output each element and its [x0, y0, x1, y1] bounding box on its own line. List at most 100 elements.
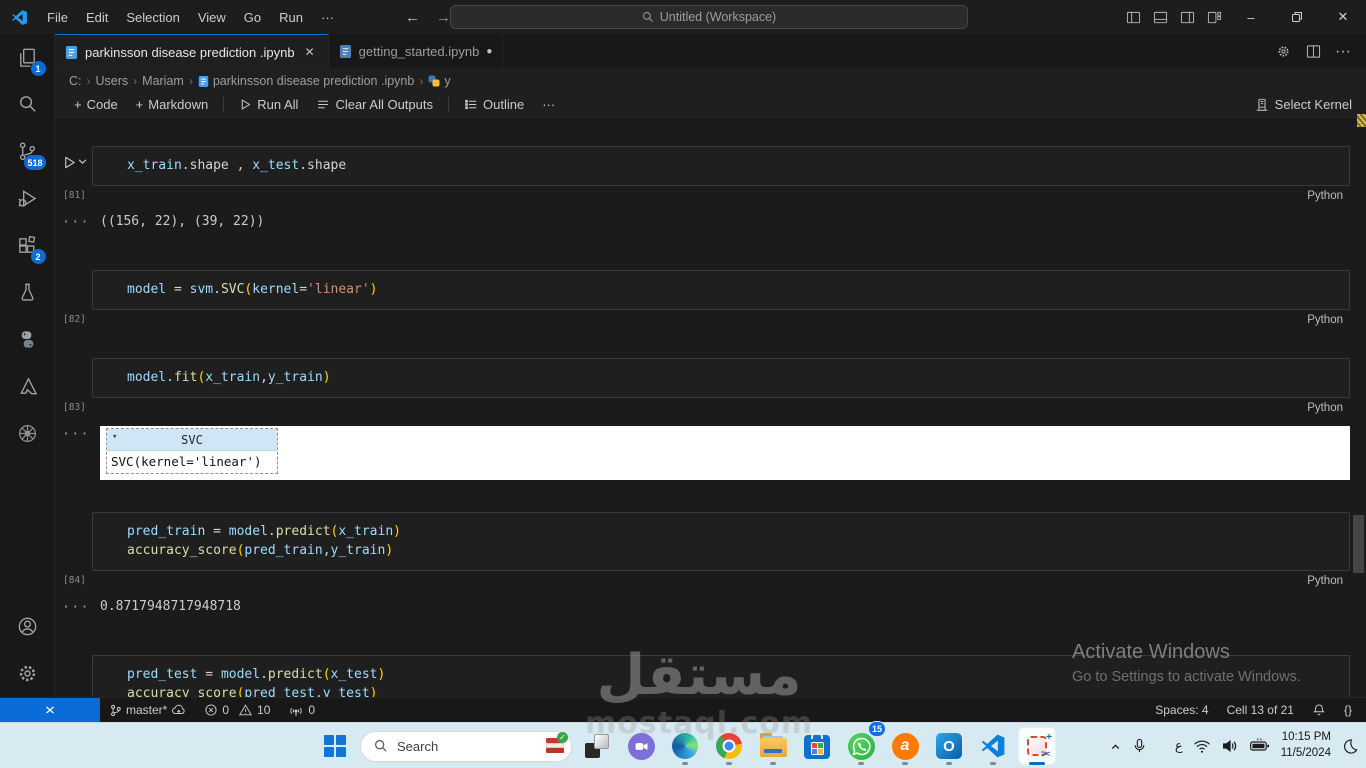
activity-settings[interactable] — [0, 650, 55, 697]
nav-back-icon[interactable]: ← — [397, 9, 428, 26]
cell-language-picker[interactable]: Python — [1307, 314, 1343, 326]
outlook-button[interactable]: O — [930, 727, 968, 765]
breadcrumb-symbol[interactable]: y — [428, 74, 451, 88]
activity-testing[interactable] — [0, 269, 55, 316]
notebook-cell[interactable]: pred_train = model.predict(x_train) accur… — [55, 512, 1350, 587]
menu-more-icon[interactable]: ··· — [312, 7, 343, 28]
caret-down-icon[interactable]: ▾ — [112, 432, 117, 442]
add-code-cell-button[interactable]: + Code — [67, 95, 125, 114]
notebook-cell[interactable]: model.fit(x_train,y_train) [83] Python — [55, 358, 1350, 414]
output-collapse-handle[interactable]: ··· — [62, 215, 90, 230]
notebook-cell[interactable]: x_train.shape , x_test.shape [81] Python — [55, 146, 1350, 202]
breadcrumb-users[interactable]: Users — [96, 74, 129, 88]
toggle-primary-sidebar-icon[interactable] — [1120, 0, 1147, 34]
cell-language-picker[interactable]: Python — [1307, 402, 1343, 414]
activity-search[interactable] — [0, 81, 55, 128]
select-kernel-button[interactable]: Select Kernel — [1255, 97, 1352, 112]
toolbar-more-icon[interactable]: ··· — [535, 95, 562, 114]
notebook-cell[interactable]: pred_test = model.predict(x_test) accurac… — [55, 655, 1350, 697]
run-all-button[interactable]: Run All — [232, 95, 305, 114]
errors-icon — [205, 704, 217, 716]
activity-python[interactable] — [0, 316, 55, 363]
cell-editor[interactable]: pred_train = model.predict(x_train) accur… — [92, 512, 1350, 571]
output-collapse-handle[interactable]: ··· — [62, 600, 90, 615]
breadcrumb-mariam[interactable]: Mariam — [142, 74, 184, 88]
unsaved-dot-icon[interactable]: ● — [486, 46, 492, 57]
more-actions-icon[interactable]: ··· — [1330, 39, 1356, 65]
notifications-bell[interactable] — [1303, 698, 1335, 723]
outline-icon — [465, 99, 477, 110]
toggle-secondary-sidebar-icon[interactable] — [1174, 0, 1201, 34]
split-editor-icon[interactable] — [1300, 39, 1326, 65]
code-line: model = svm.SVC(kernel='linear') — [127, 282, 378, 297]
cell-language-picker[interactable]: Python — [1307, 190, 1343, 202]
cell-editor[interactable]: pred_test = model.predict(x_test) accurac… — [92, 655, 1350, 697]
activity-kubernetes[interactable] — [0, 410, 55, 457]
snipping-tool-button[interactable]: ✂ + — [1018, 727, 1056, 765]
task-view-button[interactable] — [578, 727, 616, 765]
menu-edit[interactable]: Edit — [77, 7, 117, 28]
cell-indicator[interactable]: Cell 13 of 21 — [1218, 698, 1303, 723]
tab-getting-started[interactable]: getting_started.ipynb ● — [328, 34, 504, 69]
microsoft-store-button[interactable] — [798, 727, 836, 765]
avast-button[interactable]: a — [886, 727, 924, 765]
problems-indicator[interactable]: 0 10 — [195, 698, 279, 723]
interactive-settings-gear-icon[interactable] — [1270, 39, 1296, 65]
taskbar-search[interactable]: Search ✓ — [360, 730, 572, 762]
start-button[interactable] — [316, 727, 354, 765]
vscode-taskbar-button[interactable] — [974, 727, 1012, 765]
run-cell-button[interactable] — [62, 155, 87, 170]
taskbar-clock[interactable]: 10:15 PM 11/5/2024 — [1281, 730, 1331, 761]
input-language-indicator[interactable]: ع — [1175, 738, 1183, 754]
restore-button[interactable] — [1274, 0, 1320, 34]
activity-azure[interactable] — [0, 363, 55, 410]
microphone-tray-icon[interactable] — [1132, 738, 1147, 754]
menu-file[interactable]: File — [38, 7, 77, 28]
activity-explorer[interactable]: 1 — [0, 34, 55, 81]
breadcrumb-file[interactable]: parkinsson disease prediction .ipynb — [198, 74, 414, 88]
edge-button[interactable] — [666, 727, 704, 765]
indent-indicator[interactable]: Spaces: 4 — [1146, 698, 1217, 723]
clock-date: 11/5/2024 — [1280, 747, 1331, 759]
volume-icon[interactable] — [1221, 738, 1239, 754]
toggle-panel-icon[interactable] — [1147, 0, 1174, 34]
whatsapp-button[interactable]: 15 — [842, 721, 886, 765]
output-collapse-handle[interactable]: ··· — [62, 427, 90, 442]
ports-indicator[interactable]: 0 — [279, 698, 324, 723]
activity-source-control[interactable]: 518 — [0, 128, 55, 175]
clear-all-outputs-button[interactable]: Clear All Outputs — [309, 95, 440, 114]
activity-account[interactable] — [0, 603, 55, 650]
cell-language-picker[interactable]: Python — [1307, 575, 1343, 587]
tab-close-icon[interactable]: ✕ — [302, 44, 318, 60]
notebook-cell[interactable]: model = svm.SVC(kernel='linear') [82] Pyth… — [55, 270, 1350, 326]
do-not-disturb-moon-icon[interactable] — [1341, 738, 1358, 755]
cell-editor[interactable]: model.fit(x_train,y_train) — [92, 358, 1350, 398]
show-hidden-icons-chevron[interactable] — [1109, 740, 1122, 753]
braces-indicator[interactable]: {} — [1335, 698, 1366, 723]
breadcrumb-drive[interactable]: C: — [69, 74, 82, 88]
chrome-button[interactable] — [710, 727, 748, 765]
menu-go[interactable]: Go — [235, 7, 270, 28]
wifi-icon[interactable] — [1193, 739, 1211, 754]
menu-selection[interactable]: Selection — [117, 7, 188, 28]
outline-button[interactable]: Outline — [457, 95, 531, 114]
add-markdown-cell-button[interactable]: + Markdown — [129, 95, 216, 114]
menu-run[interactable]: Run — [270, 7, 312, 28]
sklearn-estimator-widget[interactable]: ▾ SVC SVC(kernel='linear') — [106, 428, 278, 474]
cell-editor[interactable]: x_train.shape , x_test.shape — [92, 146, 1350, 186]
file-explorer-button[interactable] — [754, 727, 792, 765]
meet-app-button[interactable] — [622, 727, 660, 765]
workspace-search-box[interactable]: Untitled (Workspace) — [450, 5, 968, 29]
editor-scrollbar[interactable] — [1353, 515, 1364, 573]
minimize-button[interactable]: – — [1228, 0, 1274, 34]
activity-run-debug[interactable] — [0, 175, 55, 222]
branch-indicator[interactable]: master* — [100, 698, 195, 723]
remote-indicator[interactable] — [0, 697, 100, 723]
battery-icon[interactable] — [1249, 738, 1271, 754]
activity-extensions[interactable]: 2 — [0, 222, 55, 269]
close-button[interactable]: ✕ — [1320, 0, 1366, 34]
cell-editor[interactable]: model = svm.SVC(kernel='linear') — [92, 270, 1350, 310]
customize-layout-icon[interactable] — [1201, 0, 1228, 34]
menu-view[interactable]: View — [189, 7, 235, 28]
tab-parkinsson-notebook[interactable]: parkinsson disease prediction .ipynb ✕ — [55, 34, 329, 69]
